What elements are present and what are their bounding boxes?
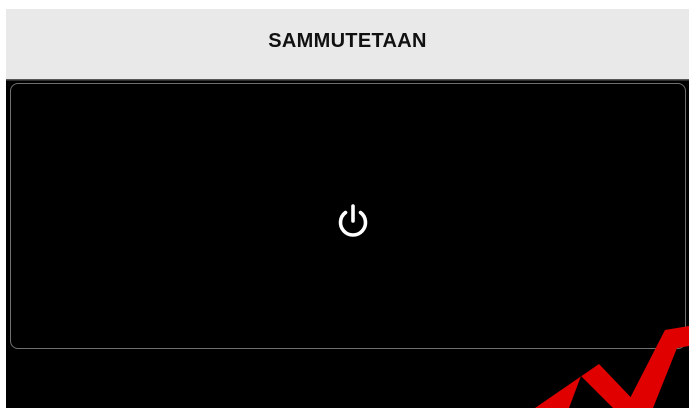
header-bar: SAMMUTETAAN bbox=[6, 9, 689, 79]
content-area bbox=[6, 79, 689, 408]
power-icon bbox=[333, 201, 373, 241]
power-button[interactable] bbox=[10, 83, 686, 349]
page-title: SAMMUTETAAN bbox=[268, 29, 427, 52]
shutdown-screen: SAMMUTETAAN bbox=[0, 0, 689, 408]
